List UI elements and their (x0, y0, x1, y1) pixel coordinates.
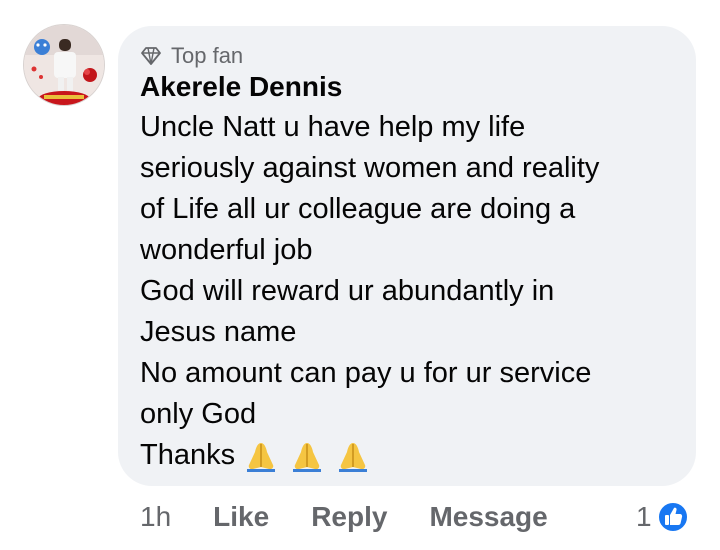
badge-label: Top fan (171, 43, 244, 68)
like-button[interactable]: Like (213, 501, 269, 533)
reaction-summary[interactable]: 1 (636, 497, 689, 537)
author-name[interactable]: Akerele Dennis (140, 70, 342, 104)
top-fan-badge: Top fan (140, 43, 243, 69)
comment-last-line: Thanks (140, 435, 680, 476)
reaction-count: 1 (636, 501, 652, 532)
comment-line: only God (140, 398, 257, 430)
comment-line: seriously against women and reality (140, 152, 600, 184)
comment-actions: 1h Like Reply Message (140, 497, 590, 537)
comment-line: Jesus name (140, 316, 297, 348)
reply-button[interactable]: Reply (311, 501, 387, 533)
avatar[interactable] (24, 25, 104, 105)
diamond-icon (140, 45, 162, 67)
folded-hands-emoji (287, 439, 327, 473)
folded-hands-emoji (333, 439, 373, 473)
thumbs-up-icon (656, 501, 689, 533)
comment-line: of Life all ur colleague are doing a (140, 193, 576, 225)
folded-hands-emoji (241, 439, 281, 473)
comment-line: God will reward ur abundantly in (140, 275, 555, 307)
message-button[interactable]: Message (429, 501, 547, 533)
comment-line: No amount can pay u for ur service (140, 357, 592, 389)
timestamp[interactable]: 1h (140, 501, 171, 533)
comment-line: Thanks (140, 439, 236, 471)
comment-bubble: Top fan Akerele Dennis Uncle Natt u have… (118, 26, 696, 486)
comment-line: Uncle Natt u have help my life (140, 111, 526, 143)
comment-line: wonderful job (140, 234, 313, 266)
comment-text: Uncle Natt u have help my life seriously… (140, 107, 680, 476)
comment: Top fan Akerele Dennis Uncle Natt u have… (0, 0, 720, 550)
